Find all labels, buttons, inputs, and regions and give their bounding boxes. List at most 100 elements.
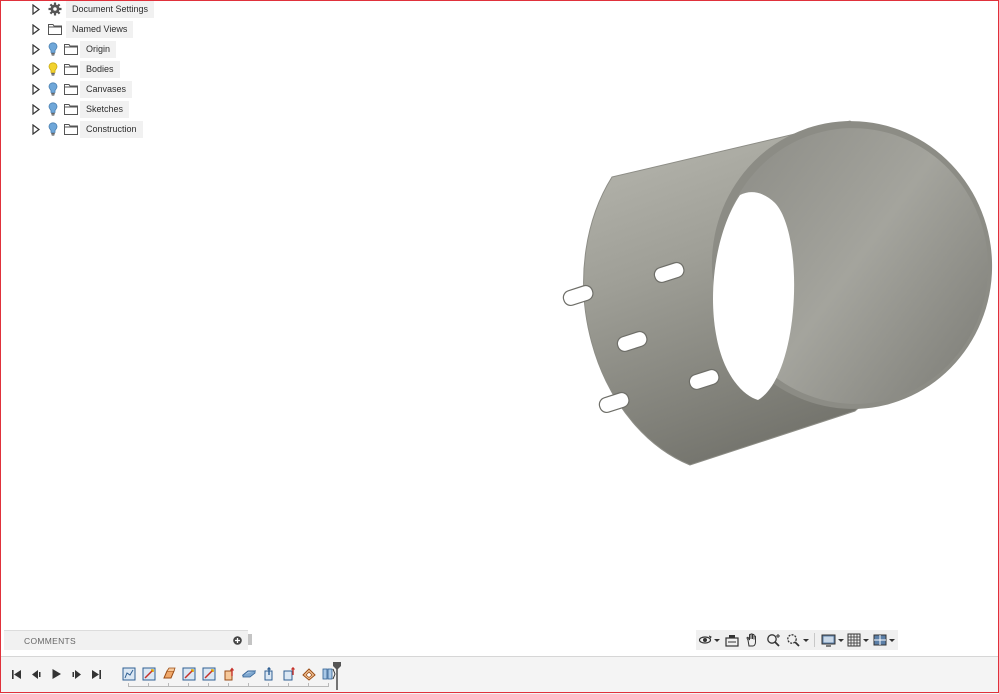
sketch-icon	[142, 667, 156, 681]
browser-item-label: Construction	[80, 120, 143, 138]
timeline-tick	[168, 683, 169, 687]
extrude-icon	[163, 667, 176, 679]
folder-icon	[64, 42, 78, 56]
timeline-features	[119, 664, 339, 684]
timeline-feature-extrude[interactable]	[159, 664, 179, 684]
folder-icon	[64, 102, 78, 116]
fit-button[interactable]	[784, 630, 810, 650]
sketch-icon	[182, 667, 196, 681]
lightbulb-off-icon[interactable]	[46, 41, 60, 57]
timeline-feature-sketch[interactable]	[179, 664, 199, 684]
browser-item-label: Canvases	[80, 80, 133, 98]
pan-icon	[746, 633, 756, 647]
timeline-tick	[328, 683, 329, 687]
browser-item-canvases[interactable]: Canvases	[30, 80, 133, 98]
go-to-end-icon	[91, 669, 101, 679]
comments-panel[interactable]: COMMENTS	[4, 630, 248, 650]
add-comment-icon[interactable]	[233, 636, 242, 645]
play-button[interactable]	[46, 664, 66, 684]
expand-triangle-icon[interactable]	[30, 62, 42, 76]
timeline-playback-controls	[6, 664, 106, 684]
browser-item-named-views[interactable]: Named Views	[30, 20, 134, 38]
timeline-feature-sketch[interactable]	[119, 664, 139, 684]
timeline-tick	[308, 683, 309, 687]
step-forward-icon	[72, 669, 81, 679]
browser-item-construction[interactable]: Construction	[30, 120, 143, 138]
timeline-tick	[208, 683, 209, 687]
timeline-tick	[148, 683, 149, 687]
browser-item-label: Named Views	[66, 20, 134, 38]
step-forward-button[interactable]	[66, 664, 86, 684]
sketch-icon	[122, 667, 136, 681]
expand-triangle-icon[interactable]	[30, 122, 42, 136]
look-at-button[interactable]	[722, 630, 742, 650]
lightbulb-off-icon[interactable]	[46, 81, 60, 97]
browser-item-sketches[interactable]: Sketches	[30, 100, 130, 118]
timeline-marker-handle[interactable]	[333, 662, 341, 690]
expand-triangle-icon[interactable]	[30, 42, 42, 56]
look-at-icon	[725, 634, 739, 647]
zoom-icon	[766, 634, 780, 647]
timeline-tick	[228, 683, 229, 687]
play-icon	[52, 669, 61, 679]
expand-triangle-icon[interactable]	[30, 2, 42, 16]
lightbulb-off-icon[interactable]	[46, 101, 60, 117]
step-back-button[interactable]	[26, 664, 46, 684]
go-to-end-button[interactable]	[86, 664, 106, 684]
grid-settings-button[interactable]	[845, 630, 871, 650]
browser-item-origin[interactable]: Origin	[30, 40, 117, 58]
folder-icon	[64, 122, 78, 136]
grid-settings-icon	[847, 633, 861, 647]
timeline-tick	[128, 683, 129, 687]
folder-icon	[48, 22, 62, 36]
timeline-feature-sketch[interactable]	[139, 664, 159, 684]
orbit-button[interactable]	[696, 630, 722, 650]
timeline-feature-plane[interactable]	[239, 664, 259, 684]
extrude-icon	[264, 667, 273, 681]
navigation-bar	[696, 630, 898, 650]
plane-icon	[242, 670, 256, 678]
browser-item-bodies[interactable]: Bodies	[30, 60, 120, 78]
viewports-icon	[873, 634, 887, 646]
orbit-icon	[698, 635, 712, 644]
step-back-icon	[31, 669, 40, 679]
folder-icon	[64, 82, 78, 96]
browser-item-label: Origin	[80, 40, 117, 58]
lightbulb-off-icon[interactable]	[46, 121, 60, 137]
expand-triangle-icon[interactable]	[30, 82, 42, 96]
extrude-icon	[224, 667, 234, 681]
browser-item-label: Bodies	[80, 60, 120, 78]
timeline-tick	[268, 683, 269, 687]
timeline-feature-extrude[interactable]	[279, 664, 299, 684]
browser-item-label: Sketches	[80, 100, 130, 118]
lightbulb-on-icon[interactable]	[46, 61, 60, 77]
pan-button[interactable]	[742, 630, 762, 650]
display-settings-button[interactable]	[819, 630, 845, 650]
timeline-feature-extrude[interactable]	[219, 664, 239, 684]
expand-triangle-icon[interactable]	[30, 22, 42, 36]
display-settings-icon	[821, 634, 835, 647]
panel-grip-icon[interactable]	[248, 633, 252, 646]
timeline-tick	[188, 683, 189, 687]
extrude-icon	[283, 667, 295, 681]
timeline-feature-shell[interactable]	[299, 664, 319, 684]
gear-icon	[48, 1, 62, 17]
viewports-button[interactable]	[871, 630, 897, 650]
comments-label: COMMENTS	[24, 635, 76, 646]
cylinder-tube-model[interactable]	[520, 115, 999, 475]
timeline-tick	[288, 683, 289, 687]
timeline-tick	[248, 683, 249, 687]
timeline-feature-sketch[interactable]	[199, 664, 219, 684]
zoom-button[interactable]	[762, 630, 784, 650]
folder-icon	[64, 62, 78, 76]
browser-item-label: Document Settings	[66, 0, 155, 18]
timeline-feature-extrude[interactable]	[259, 664, 279, 684]
go-to-start-icon	[11, 669, 21, 679]
shell-icon	[302, 668, 316, 681]
expand-triangle-icon[interactable]	[30, 102, 42, 116]
nav-separator	[814, 633, 815, 647]
go-to-start-button[interactable]	[6, 664, 26, 684]
browser-item-document-settings[interactable]: Document Settings	[30, 0, 155, 18]
fit-icon	[786, 634, 800, 647]
sketch-icon	[202, 667, 216, 681]
